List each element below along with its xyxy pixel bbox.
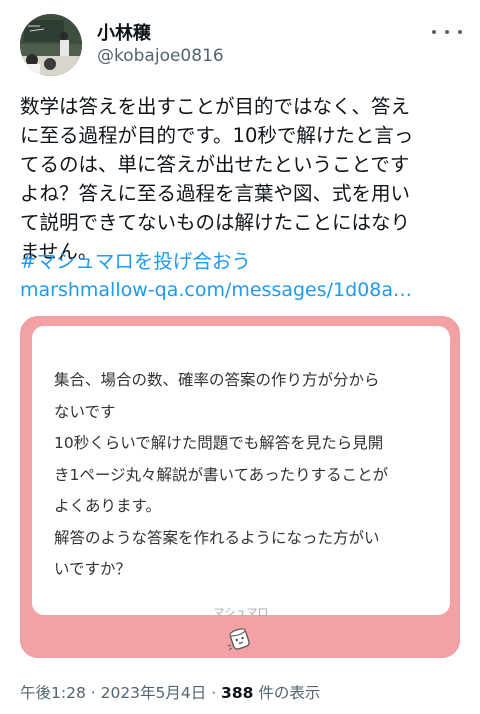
question-text: 集合、場合の数、確率の答案の作り方が分から ないです 10秒くらいで解けた問題で… [54, 365, 434, 586]
author-handle[interactable]: @kobajoe0816 [97, 46, 224, 66]
meta-separator: · [85, 684, 101, 702]
brand-label: マシュマロ [213, 606, 269, 619]
url-link[interactable]: marshmallow-qa.com/messages/1d08a… [20, 276, 412, 305]
question-line: 解答のような答案を作れるようになった方がい [54, 528, 380, 547]
tweet-date[interactable]: 2023年5月4日 [101, 684, 207, 702]
tweet-text-line: て説明できてないものは解けたことにはなり [20, 211, 411, 234]
question-line: 10秒くらいで解けた問題でも解答を見たら見開 [54, 434, 384, 452]
question-line: き1ページ丸々解説が書いてあったりすることが [54, 465, 389, 484]
avatar-photo [20, 14, 82, 76]
views-label: 件の表示 [253, 684, 321, 702]
question-line: ないです [54, 402, 116, 421]
meta-separator: · [206, 684, 222, 702]
tweet-text-line: 数学は答えを出すことが目的ではなく、答え [20, 95, 411, 118]
question-panel: 集合、場合の数、確率の答案の作り方が分から ないです 10秒くらいで解けた問題で… [32, 326, 450, 619]
tweet-text: 数学は答えを出すことが目的ではなく、答え に至る過程が目的です。10秒で解けたと… [20, 92, 465, 266]
marshmallow-card[interactable]: 集合、場合の数、確率の答案の作り方が分から ないです 10秒くらいで解けた問題で… [20, 316, 460, 658]
more-options-icon[interactable] [432, 20, 462, 44]
tweet-meta: 午後1:28 · 2023年5月4日 · 388 件の表示 [20, 681, 320, 703]
tweet-time[interactable]: 午後1:28 [20, 684, 86, 702]
question-line: 集合、場合の数、確率の答案の作り方が分から [54, 371, 380, 389]
views-count: 388 [221, 684, 254, 702]
marshmallow-icon [225, 626, 255, 654]
tweet-text-line: よね？答えに至る過程を言葉や図、式を用い [20, 182, 411, 205]
avatar[interactable] [20, 14, 82, 76]
question-line: よくあります。 [54, 497, 161, 515]
question-line: いですか？ [54, 560, 132, 578]
tweet-text-line: に至る過程が目的です。10秒で解けたと言っ [20, 124, 414, 147]
hashtag-link[interactable]: #マシュマロを投げ合おう [20, 247, 251, 276]
tweet-text-line: てるのは、単に答えが出せたということです [20, 153, 410, 176]
author-display-name[interactable]: 小林穣 [97, 19, 151, 45]
